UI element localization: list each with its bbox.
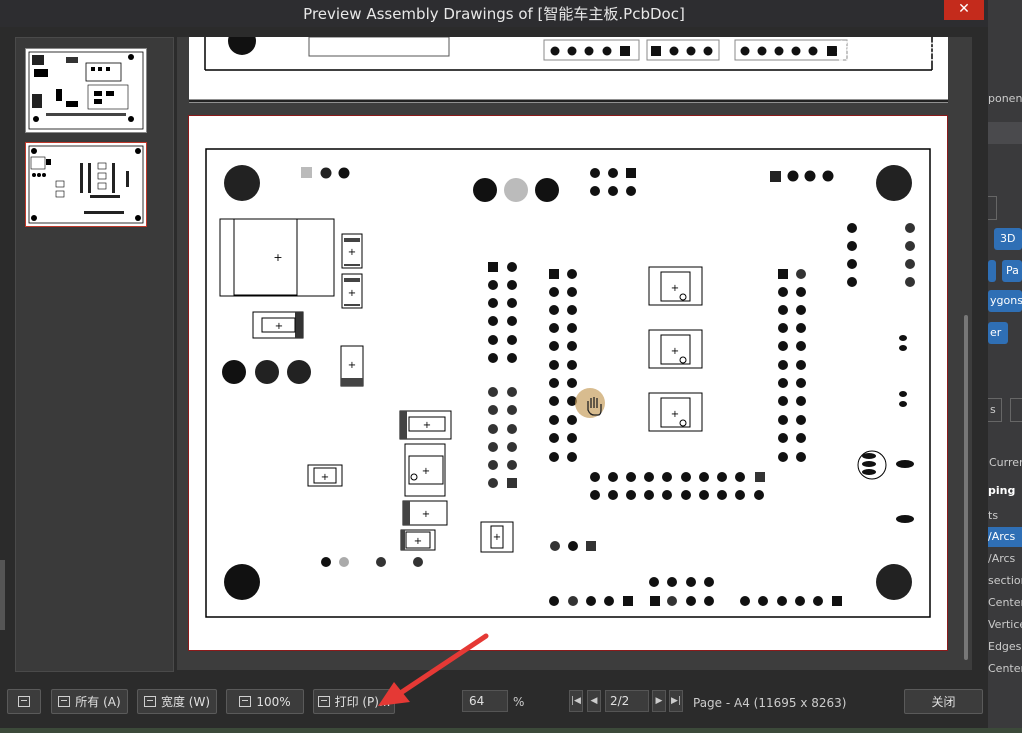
svg-text:+: + [422,466,430,477]
svg-text:+: + [423,420,431,431]
window-titlebar: Preview Assembly Drawings of [智能车主板.PcbD… [0,0,988,27]
fit-width-label: 宽度 (W) [160,695,211,709]
panel-row-label: /Arcs [988,530,1016,543]
svg-text:+: + [321,472,329,483]
panel-label-snapping: ping [988,484,1016,497]
page-view-icon [18,696,30,707]
panel-row-vertices[interactable]: Vertice [988,618,1022,631]
close-button-label: 关闭 [931,695,956,709]
panel-label-components: ponen [988,92,1022,105]
thumbnail-1-preview [28,51,144,130]
last-page-button[interactable]: ▶| [669,690,683,712]
first-page-button[interactable]: |◀ [569,690,583,712]
panel-button-s[interactable]: s [988,398,1002,422]
background-strip [0,728,1022,733]
zoom-100-button[interactable]: 100% [226,689,304,714]
next-page-button[interactable]: ▶ [652,690,666,712]
svg-text:+: + [671,283,679,294]
svg-text:+: + [348,288,356,299]
svg-text:+: + [273,251,282,264]
panel-row-selected[interactable]: /Arcs [988,527,1022,547]
window-title: Preview Assembly Drawings of [智能车主板.PcbD… [303,5,685,23]
svg-text:+: + [671,346,679,357]
svg-text:+: + [348,360,356,371]
panel-label-objects: ts [988,509,999,522]
panel-button[interactable] [988,260,996,282]
panel-row-intersections[interactable]: section [988,574,1022,587]
panel-header [988,122,1022,144]
pcb-assembly-drawing: + + + + + + + + + + + + + + [205,148,931,618]
thumbnail-page-1[interactable] [25,48,147,133]
fit-all-button[interactable]: 所有 (A) [51,689,128,714]
zoom-unit: % [513,695,525,709]
thumbnail-page-2[interactable] [25,142,147,227]
close-button[interactable]: 关闭 [904,689,983,714]
panel-field-2[interactable] [1010,398,1022,422]
page-1-drawing [189,27,948,103]
svg-text:+: + [275,321,283,332]
panel-label-current: Curren [989,456,1022,469]
preview-page-1 [189,27,948,103]
scrollbar-thumb[interactable] [964,315,968,660]
prev-page-button[interactable]: ◀ [587,690,601,712]
svg-text:+: + [422,509,430,520]
svg-text:+: + [348,247,356,258]
window-edge [0,560,5,630]
fit-width-icon [143,696,156,707]
hand-cursor-icon [575,388,605,418]
page-icon [58,696,71,707]
preview-page-2: + + + + + + + + + + + + + + [188,115,948,651]
panel-row-centers[interactable]: Centers [988,662,1022,675]
page-number-field[interactable]: 2/2 [605,690,649,712]
zoom-100-label: 100% [256,694,291,709]
view-toggle-button[interactable] [7,689,41,714]
close-icon[interactable]: ✕ [944,0,984,20]
annotation-arrow-icon [378,633,489,706]
fit-all-label: 所有 (A) [75,695,121,709]
panel-field[interactable] [988,196,997,220]
panel-button-pads[interactable]: Pa [1002,260,1022,282]
thumbnail-2-preview [28,145,144,224]
panel-row-arcs[interactable]: /Arcs [988,552,1022,565]
svg-text:+: + [414,536,422,547]
printer-icon [317,696,330,707]
page-size-info: Page - A4 (11695 x 8263) [693,696,847,710]
panel-button-3d[interactable]: 3D [994,228,1022,250]
properties-panel: ponen 3D Pa ygons er s Curren ping ts /A… [988,0,1022,733]
panel-row-edges[interactable]: Edges [988,640,1022,653]
video-watermark: 教育郑振宇 [836,40,947,65]
fit-width-button[interactable]: 宽度 (W) [137,689,217,714]
zoom-icon [239,696,252,707]
svg-text:+: + [493,532,501,543]
panel-button-other[interactable]: er [988,322,1008,344]
panel-button-polygons[interactable]: ygons [988,290,1022,312]
panel-row-center[interactable]: Center [988,596,1022,609]
svg-text:+: + [671,409,679,420]
